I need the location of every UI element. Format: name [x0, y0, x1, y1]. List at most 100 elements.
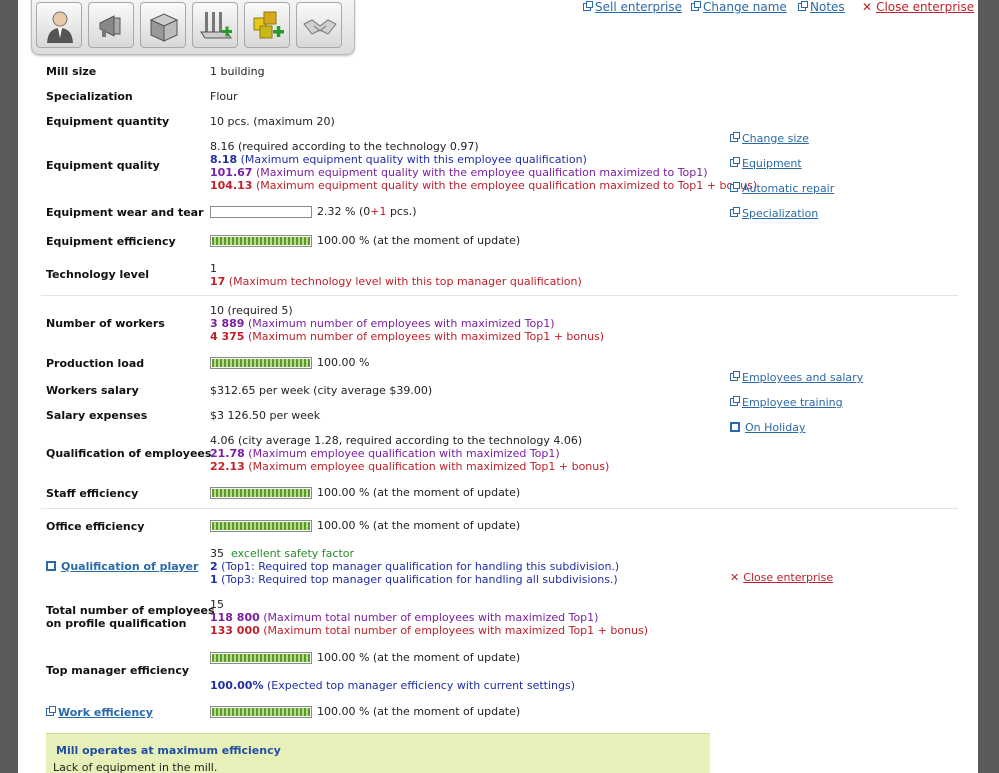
change-size-link[interactable]: Change size — [730, 132, 809, 145]
top-manager-efficiency-value: 100.00 % (at the moment of update) — [210, 651, 520, 664]
enterprise-toolbar — [31, 0, 355, 55]
total-employees-bonus-text: (Maximum total number of employees with … — [259, 624, 649, 637]
section-divider — [41, 295, 958, 296]
external-window-icon — [46, 706, 56, 716]
equipment-efficiency-text: 100.00 % (at the moment of update) — [317, 234, 521, 247]
on-holiday-label: On Holiday — [745, 421, 806, 434]
technology-level-max-text: (Maximum technology level with this top … — [225, 275, 582, 288]
sell-enterprise-label: Sell enterprise — [595, 0, 683, 14]
employee-training-link[interactable]: Employee training — [730, 396, 843, 409]
staff-efficiency-fill — [212, 489, 310, 497]
specialization-link[interactable]: Specialization — [730, 207, 818, 220]
manager-button[interactable] — [36, 2, 82, 48]
close-icon: ✕ — [730, 571, 740, 584]
player-qualification-label: Qualification of player — [61, 560, 199, 573]
equipment-quality-top1: 101.67 (Maximum equipment quality with t… — [210, 166, 757, 179]
partnership-button[interactable] — [296, 2, 342, 48]
total-employees-top1: 118 800 (Maximum total number of employe… — [210, 611, 648, 624]
close-icon: ✕ — [862, 0, 873, 14]
staff-efficiency-text: 100.00 % (at the moment of update) — [317, 486, 521, 499]
section-divider — [41, 508, 958, 509]
expected-top-manager-efficiency: 100.00% (Expected top manager efficiency… — [210, 679, 575, 692]
equipment-efficiency-fill — [212, 237, 310, 245]
office-efficiency-text: 100.00 % (at the moment of update) — [317, 519, 521, 532]
external-window-icon — [730, 157, 740, 167]
equipment-efficiency-bar — [210, 235, 312, 247]
cubes-add-icon — [253, 11, 284, 39]
equipment-quantity-label: Equipment quantity — [46, 115, 170, 128]
warehouse-button[interactable] — [140, 2, 186, 48]
expected-efficiency-number: 100.00% — [210, 679, 264, 692]
equipment-quality-bonus-text: (Maximum equipment quality with the empl… — [252, 179, 758, 192]
qualification-top1-text: (Maximum employee qualification with max… — [244, 447, 560, 460]
equipment-efficiency-label: Equipment efficiency — [46, 235, 176, 248]
player-qualification-top3: 1 (Top3: Required top manager qualificat… — [210, 573, 619, 586]
equipment-quality-top1-bonus: 104.13 (Maximum equipment quality with t… — [210, 179, 757, 192]
equipment-quality-max: 8.18 (Maximum equipment quality with thi… — [210, 153, 757, 166]
production-add-button[interactable] — [192, 2, 238, 48]
production-load-bar — [210, 357, 312, 369]
sell-enterprise-link[interactable]: Sell enterprise — [583, 0, 682, 14]
notes-link[interactable]: Notes — [798, 0, 845, 14]
production-load-text: 100.00 % — [317, 356, 370, 369]
technology-level-label: Technology level — [46, 268, 150, 281]
work-efficiency-label: Work efficiency — [58, 706, 153, 719]
close-enterprise-side-label: Close enterprise — [743, 571, 834, 584]
automatic-repair-label: Automatic repair — [742, 182, 835, 195]
player-qualification-current: 35 excellent safety factor — [210, 547, 619, 560]
top1-required-number: 2 — [210, 560, 218, 573]
workers-max-bonus-number: 4 375 — [210, 330, 245, 343]
cubes-add-button[interactable] — [244, 2, 290, 48]
workers-current: 10 (required 5) — [210, 304, 293, 317]
workers-max-bonus-text: (Maximum number of employees with maximi… — [244, 330, 605, 343]
employees-salary-link[interactable]: Employees and salary — [730, 371, 863, 384]
total-employees-bonus-number: 133 000 — [210, 624, 260, 637]
work-efficiency-link[interactable]: Work efficiency — [46, 706, 153, 719]
workers-max-top1-bonus: 4 375 (Maximum number of employees with … — [210, 330, 604, 343]
close-enterprise-side-link[interactable]: ✕ Close enterprise — [730, 571, 833, 584]
equipment-quality-max-text: (Maximum equipment quality with this emp… — [237, 153, 587, 166]
change-name-link[interactable]: Change name — [691, 0, 787, 14]
status-title: Mill operates at maximum efficiency — [56, 744, 281, 757]
office-efficiency-label: Office efficiency — [46, 520, 145, 533]
work-efficiency-value: 100.00 % (at the moment of update) — [210, 705, 520, 718]
wear-value-text: 2.32 % (0 — [317, 205, 371, 218]
work-efficiency-fill — [212, 708, 310, 716]
production-add-icon — [200, 12, 232, 39]
workers-max-top1-text: (Maximum number of employees with maximi… — [244, 317, 555, 330]
player-qualification-number: 35 — [210, 547, 224, 560]
specialization-label: Specialization — [46, 90, 133, 103]
specialization-value: Flour — [210, 90, 238, 103]
top-manager-efficiency-fill — [212, 654, 310, 662]
production-load-fill — [212, 359, 310, 367]
total-employees-top1-text: (Maximum total number of employees with … — [259, 611, 599, 624]
on-holiday-link[interactable]: On Holiday — [730, 421, 805, 434]
technology-level-value: 1 17 (Maximum technology level with this… — [210, 262, 582, 288]
window-icon — [46, 561, 56, 571]
technology-level-max-number: 17 — [210, 275, 226, 288]
employee-training-label: Employee training — [742, 396, 843, 409]
player-qualification-link[interactable]: Qualification of player — [46, 560, 198, 573]
equipment-quality-label: Equipment quality — [46, 159, 160, 172]
salary-expenses-value: $3 126.50 per week — [210, 409, 321, 422]
advertising-button[interactable] — [88, 2, 134, 48]
close-enterprise-top-link[interactable]: ✕ Close enterprise — [862, 0, 974, 14]
workers-max-top1: 3 889 (Maximum number of employees with … — [210, 317, 604, 330]
staff-efficiency-label: Staff efficiency — [46, 487, 139, 500]
number-of-workers-value: 10 (required 5) 3 889 (Maximum number of… — [210, 304, 604, 343]
handshake-icon — [303, 19, 337, 35]
technology-level-max: 17 (Maximum technology level with this t… — [210, 275, 582, 288]
top-manager-efficiency-bar — [210, 652, 312, 664]
equipment-quantity-value: 10 pcs. (maximum 20) — [210, 115, 335, 128]
equipment-wear-label: Equipment wear and tear — [46, 206, 204, 219]
production-load-label: Production load — [46, 357, 145, 370]
automatic-repair-link[interactable]: Automatic repair — [730, 182, 834, 195]
workers-salary-label: Workers salary — [46, 384, 139, 397]
equipment-link[interactable]: Equipment — [730, 157, 802, 170]
top3-required-number: 1 — [210, 573, 218, 586]
total-employees-label-line1: Total number of employees — [46, 604, 215, 617]
office-efficiency-value: 100.00 % (at the moment of update) — [210, 519, 520, 532]
office-efficiency-bar — [210, 520, 312, 532]
player-qualification-value: 35 excellent safety factor 2 (Top1: Requ… — [210, 547, 619, 586]
notes-label: Notes — [810, 0, 845, 14]
